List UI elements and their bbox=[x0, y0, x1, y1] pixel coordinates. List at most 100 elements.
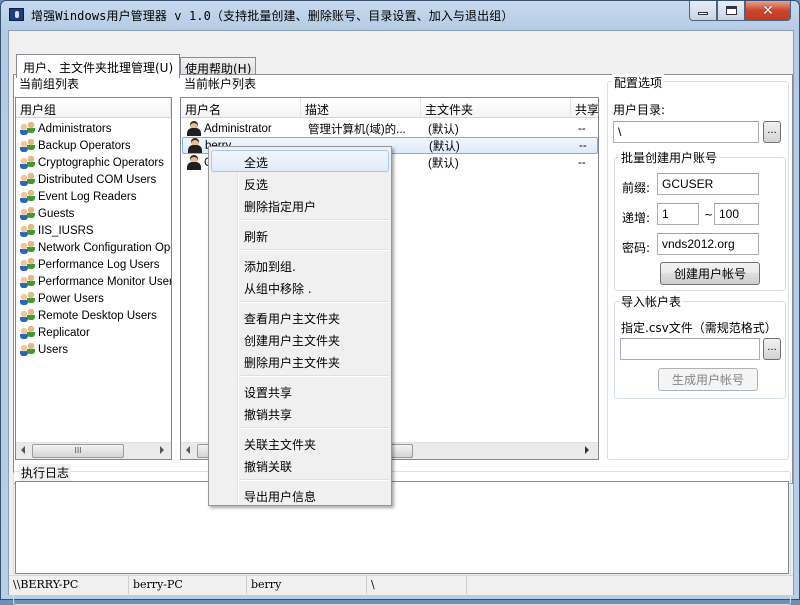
tab-panel: 当前组列表 用户组 Administrators Backup Operators… bbox=[13, 74, 793, 484]
group-name: Distributed COM Users bbox=[38, 173, 157, 186]
menu-item[interactable]: 查看用户主文件夹 bbox=[211, 306, 389, 328]
menu-item[interactable]: 刷新 bbox=[211, 224, 389, 246]
account-desc-cell: 管理计算机(域)的... bbox=[308, 123, 406, 136]
group-list-item[interactable]: Cryptographic Operators bbox=[16, 154, 171, 171]
user-group-icon bbox=[20, 172, 36, 187]
title-bar[interactable]: 增强Windows用户管理器 v 1.0（支持批量创建、删除账号、目录设置、加入… bbox=[1, 1, 799, 29]
window-title: 增强Windows用户管理器 v 1.0（支持批量创建、删除账号、目录设置、加入… bbox=[31, 9, 514, 23]
password-input[interactable] bbox=[657, 233, 759, 255]
scroll-left-icon[interactable] bbox=[21, 446, 25, 454]
group-list-item[interactable]: Performance Monitor Users bbox=[16, 273, 171, 290]
maximize-button[interactable] bbox=[717, 1, 745, 21]
group-name: Replicator bbox=[38, 326, 90, 339]
status-extra bbox=[467, 576, 793, 594]
group-list-item[interactable]: Guests bbox=[16, 205, 171, 222]
group-name: Backup Operators bbox=[38, 139, 131, 152]
scroll-right-icon[interactable] bbox=[585, 446, 589, 454]
group-list-item[interactable]: Remote Desktop Users bbox=[16, 307, 171, 324]
user-icon bbox=[188, 138, 202, 153]
group-list-item[interactable]: Distributed COM Users bbox=[16, 171, 171, 188]
user-group-icon bbox=[20, 155, 36, 170]
groups-hscrollbar[interactable]: III bbox=[16, 442, 171, 459]
close-button[interactable]: ✕ bbox=[745, 1, 791, 21]
account-row[interactable]: Administrator 管理计算机(域)的... (默认) -- bbox=[182, 120, 598, 137]
user-group-icon bbox=[20, 223, 36, 238]
config-panel-title: 配置选项 bbox=[612, 74, 665, 91]
account-share-cell: -- bbox=[578, 156, 586, 169]
menu-item[interactable]: 从组中移除 . bbox=[211, 276, 389, 298]
range-tilde: ~ bbox=[704, 208, 714, 221]
prefix-label: 前缀: bbox=[622, 181, 651, 195]
accounts-list-header: 用户名 描述 主文件夹 共享 bbox=[181, 98, 598, 118]
group-list-item[interactable]: Administrators bbox=[16, 120, 171, 137]
user-group-icon bbox=[20, 138, 36, 153]
column-header-share[interactable]: 共享 bbox=[571, 98, 598, 118]
increment-from-input[interactable] bbox=[657, 203, 699, 225]
user-group-icon bbox=[20, 189, 36, 204]
group-list-item[interactable]: Users bbox=[16, 341, 171, 358]
user-group-icon bbox=[20, 257, 36, 272]
tab-user-folder-management[interactable]: 用户、主文件夹批理管理(U) bbox=[16, 54, 181, 78]
column-header-description[interactable]: 描述 bbox=[301, 98, 421, 118]
generate-user-account-button[interactable]: 生成用户帐号 bbox=[658, 368, 758, 391]
increment-to-input[interactable] bbox=[714, 203, 759, 225]
scroll-left-icon[interactable] bbox=[186, 446, 190, 454]
group-list-item[interactable]: Power Users bbox=[16, 290, 171, 307]
accounts-panel-title: 当前帐户列表 bbox=[182, 75, 259, 92]
close-icon: ✕ bbox=[762, 2, 774, 19]
csv-file-label: 指定.csv文件（需规范格式） bbox=[621, 321, 777, 335]
group-name: Remote Desktop Users bbox=[38, 309, 157, 322]
maximize-icon bbox=[725, 6, 737, 15]
group-list-item[interactable]: IIS_IUSRS bbox=[16, 222, 171, 239]
column-header-username[interactable]: 用户名 bbox=[181, 98, 301, 118]
minimize-button[interactable] bbox=[689, 1, 717, 21]
log-textbox[interactable] bbox=[15, 481, 789, 574]
menu-item[interactable]: 撤销关联 bbox=[211, 454, 389, 476]
group-name: Performance Monitor Users bbox=[38, 275, 171, 288]
user-icon bbox=[187, 155, 201, 170]
csv-file-input[interactable] bbox=[620, 338, 760, 360]
account-home-cell: (默认) bbox=[429, 140, 460, 153]
group-name: IIS_IUSRS bbox=[38, 224, 94, 237]
user-dir-browse-button[interactable]: ... bbox=[763, 121, 781, 143]
user-group-icon bbox=[20, 274, 36, 289]
menu-item[interactable]: 删除指定用户 bbox=[211, 194, 389, 216]
groups-list-items: Administrators Backup Operators Cryptograp… bbox=[16, 120, 171, 442]
column-header-group[interactable]: 用户组 bbox=[16, 98, 171, 118]
context-menu: 全选 反选 删除指定用户 刷新添加到组. 从组中移除 . 查看用户主文件夹 创建用户主文件夹… bbox=[208, 146, 392, 506]
group-name: Power Users bbox=[38, 292, 104, 305]
menu-item[interactable]: 设置共享 bbox=[211, 380, 389, 402]
group-list-item[interactable]: Backup Operators bbox=[16, 137, 171, 154]
user-group-icon bbox=[20, 121, 36, 136]
column-header-home-folder[interactable]: 主文件夹 bbox=[421, 98, 571, 118]
group-list-item[interactable]: Network Configuration Operators bbox=[16, 239, 171, 256]
create-user-account-button[interactable]: 创建用户帐号 bbox=[660, 262, 760, 285]
groups-list[interactable]: 用户组 Administrators Backup Operators Crypto… bbox=[15, 97, 172, 460]
menu-item[interactable]: 撤销共享 bbox=[211, 402, 389, 424]
scroll-right-icon[interactable] bbox=[160, 446, 164, 454]
group-name: Performance Log Users bbox=[38, 258, 160, 271]
user-group-icon bbox=[20, 308, 36, 323]
user-dir-input[interactable] bbox=[613, 121, 759, 143]
menu-item[interactable]: 反选 bbox=[211, 172, 389, 194]
menu-item[interactable]: 删除用户主文件夹 bbox=[211, 350, 389, 372]
scroll-thumb[interactable]: III bbox=[32, 444, 124, 458]
user-group-icon bbox=[20, 325, 36, 340]
menu-item[interactable]: 添加到组. bbox=[211, 254, 389, 276]
csv-browse-button[interactable]: ... bbox=[763, 338, 781, 360]
menu-separator bbox=[239, 427, 389, 429]
group-list-item[interactable]: Replicator bbox=[16, 324, 171, 341]
groups-list-header: 用户组 bbox=[16, 98, 171, 118]
password-label: 密码: bbox=[622, 241, 651, 255]
group-name: Users bbox=[38, 343, 69, 356]
menu-item[interactable]: 导出用户信息 bbox=[211, 484, 389, 506]
account-home-cell: (默认) bbox=[428, 157, 459, 170]
group-list-item[interactable]: Event Log Readers bbox=[16, 188, 171, 205]
menu-item[interactable]: 关联主文件夹 bbox=[211, 432, 389, 454]
prefix-input[interactable] bbox=[657, 173, 759, 195]
status-computer-name: berry-PC bbox=[129, 576, 247, 594]
group-list-item[interactable]: Performance Log Users bbox=[16, 256, 171, 273]
menu-item[interactable]: 全选 bbox=[211, 150, 389, 172]
menu-item[interactable]: 创建用户主文件夹 bbox=[211, 328, 389, 350]
menu-separator bbox=[239, 479, 389, 481]
